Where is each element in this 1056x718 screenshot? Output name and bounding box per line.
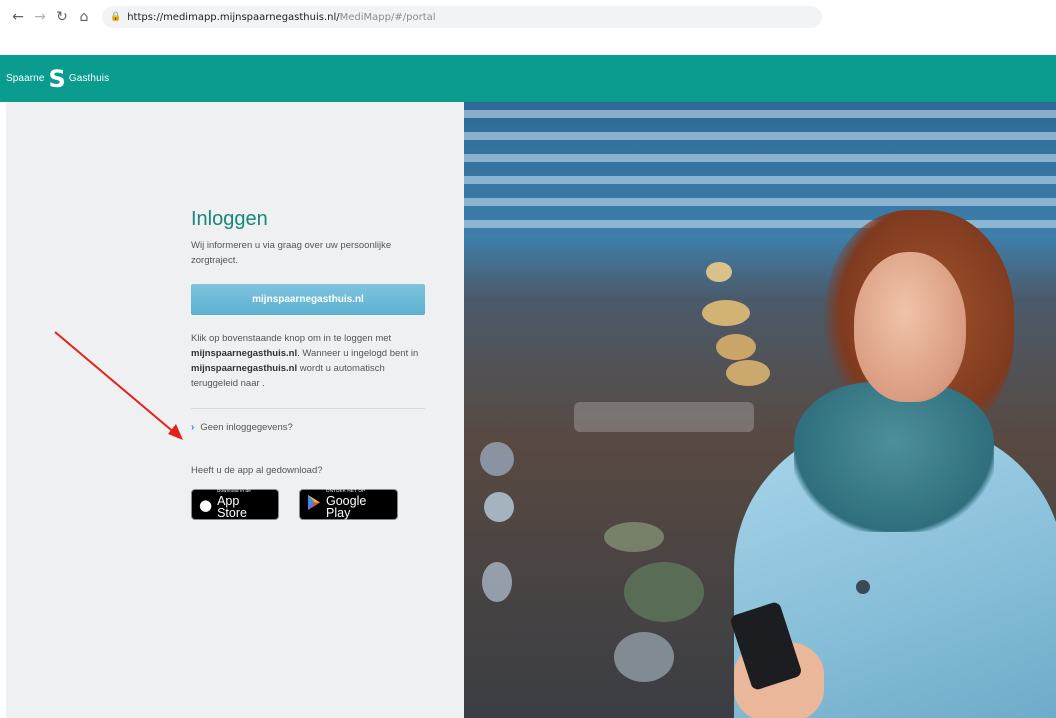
google-play-icon <box>307 495 321 514</box>
bokeh-light <box>480 442 514 476</box>
logo-text-left: Spaarne <box>6 73 45 84</box>
bokeh-light <box>604 522 664 552</box>
bokeh-light <box>482 562 512 602</box>
woman-scarf <box>794 382 994 532</box>
bokeh-light <box>614 632 674 682</box>
ceiling-light-stripe <box>464 132 1056 140</box>
reload-icon[interactable]: ↻ <box>52 7 72 27</box>
logo-s-mark: S <box>48 64 66 93</box>
browser-toolbar: ← → ↻ ⌂ 🔒 https://medimapp.mijnspaarnega… <box>0 0 1056 34</box>
coat-button <box>856 580 870 594</box>
lock-icon: 🔒 <box>110 12 122 22</box>
google-play-text: ONTDEK HET OP Google Play <box>326 489 390 520</box>
back-arrow-icon[interactable]: ← <box>8 7 28 27</box>
divider <box>191 408 425 409</box>
app-store-big-text: App Store <box>217 493 247 521</box>
description-bold-2: mijnspaarnegasthuis.nl <box>191 363 298 374</box>
bokeh-light <box>624 562 704 622</box>
bokeh-light <box>484 492 514 522</box>
ceiling-light-stripe <box>464 110 1056 118</box>
chevron-right-icon: › <box>191 422 195 433</box>
bokeh-light <box>716 334 756 360</box>
login-description: Klik op bovenstaande knop om in te logge… <box>191 331 421 391</box>
no-login-link-label: Geen inloggegevens? <box>200 422 293 433</box>
login-intro-text: Wij informeren u via graag over uw perso… <box>191 240 392 266</box>
site-header: Spaarne S Gasthuis <box>0 55 1056 102</box>
bokeh-light <box>574 402 754 432</box>
app-store-text: Download in de App Store <box>217 489 271 520</box>
forward-arrow-icon[interactable]: → <box>30 7 50 27</box>
no-login-credentials-link[interactable]: › Geen inloggegevens? <box>191 422 431 433</box>
app-store-badge[interactable]: ● Download in de App Store <box>191 489 279 520</box>
spaarne-gasthuis-logo[interactable]: Spaarne S Gasthuis <box>6 67 109 91</box>
login-panel: Inloggen Wij informeren u via graag over… <box>6 102 464 718</box>
google-play-triangle-icon <box>308 495 320 510</box>
url-path: MediMapp/#/portal <box>339 11 436 23</box>
logo-text-right: Gasthuis <box>68 73 110 84</box>
ceiling-light-stripe <box>464 154 1056 162</box>
description-bold-1: mijnspaarnegasthuis.nl <box>191 348 298 359</box>
address-bar[interactable]: 🔒 https://medimapp.mijnspaarnegasthuis.n… <box>102 6 822 28</box>
url-host: https://medimapp.mijnspaarnegasthuis.nl/ <box>127 11 340 23</box>
woman-face <box>854 252 966 402</box>
description-text-2: . Wanneer u ingelogd bent in <box>297 348 419 359</box>
login-title: Inloggen <box>191 208 268 230</box>
apple-icon: ● <box>199 495 213 514</box>
hero-photo <box>464 102 1056 718</box>
home-icon[interactable]: ⌂ <box>74 7 94 27</box>
login-box: Inloggen Wij informeren u via graag over… <box>191 208 431 520</box>
ceiling-light-stripe <box>464 198 1056 206</box>
google-play-big-text: Google Play <box>326 493 367 521</box>
bokeh-light <box>702 300 750 326</box>
bokeh-light <box>706 262 732 282</box>
app-store-badges: ● Download in de App Store ONTDEK HET OP… <box>191 489 431 520</box>
description-text-1: Klik op bovenstaande knop om in te logge… <box>191 333 392 344</box>
ceiling-light-stripe <box>464 176 1056 184</box>
bokeh-light <box>726 360 770 386</box>
google-play-badge[interactable]: ONTDEK HET OP Google Play <box>299 489 398 520</box>
app-download-question: Heeft u de app al gedownload? <box>191 465 323 476</box>
mijnspaarnegasthuis-login-button[interactable]: mijnspaarnegasthuis.nl <box>191 284 425 315</box>
